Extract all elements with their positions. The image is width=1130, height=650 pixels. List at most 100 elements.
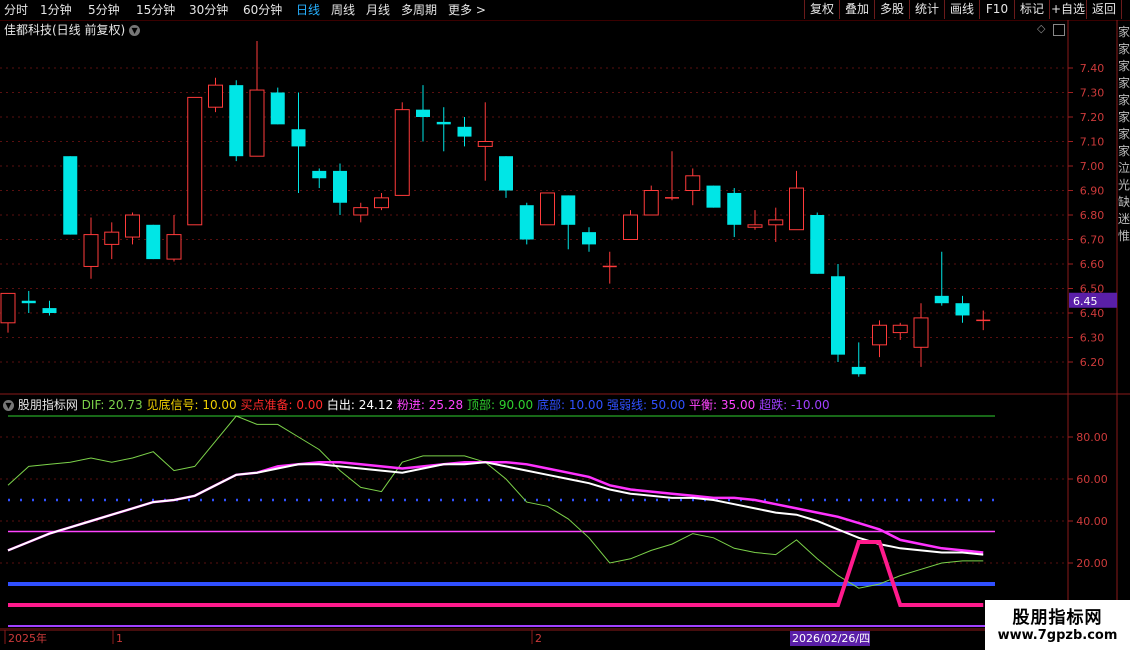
candle-body [582, 232, 596, 245]
candlestick [810, 212, 825, 274]
mark-button[interactable]: 标记 [1014, 0, 1050, 19]
indicator-chart[interactable]: 80.00 60.00 40.00 20.00 [0, 395, 1130, 630]
tab-60min[interactable]: 60分钟 [243, 2, 282, 18]
axis-label: 2025年 [8, 631, 47, 645]
candlestick [582, 227, 596, 252]
tab-30min[interactable]: 30分钟 [189, 2, 228, 18]
candlestick [63, 156, 78, 235]
y-tick-label: 6.40 [1080, 307, 1105, 320]
candlestick [477, 102, 493, 181]
candlestick [831, 264, 845, 362]
candle-body [0, 292, 16, 324]
tab-5min[interactable]: 5分钟 [88, 2, 120, 18]
multi-stock-button[interactable]: 多股 [874, 0, 910, 19]
statistics-button[interactable]: 统计 [909, 0, 945, 19]
candlestick [789, 170, 804, 231]
candlestick [353, 202, 369, 223]
pink-line [7, 460, 984, 554]
candle-body [831, 276, 845, 355]
candle-body [63, 156, 78, 235]
candlestick [934, 251, 949, 306]
candle-body [42, 308, 57, 313]
candlestick [229, 80, 244, 162]
candlestick [561, 195, 576, 250]
candlestick [602, 251, 617, 284]
y-tick-label: 7.40 [1080, 62, 1105, 75]
candle-body [892, 324, 908, 334]
overlay-button[interactable]: 叠加 [839, 0, 875, 19]
candle-body [789, 187, 804, 231]
candlestick [768, 207, 784, 242]
tab-weekly[interactable]: 周线 [331, 2, 355, 18]
candle-body [229, 85, 244, 157]
candle-body [623, 214, 638, 240]
current-price-label: 6.45 [1073, 295, 1098, 308]
candlestick [104, 222, 120, 260]
y-tick-label: 6.20 [1080, 356, 1105, 369]
candle-body [270, 92, 285, 125]
tab-1min[interactable]: 1分钟 [40, 2, 72, 18]
white-line [7, 461, 984, 556]
candlestick [643, 185, 659, 216]
candlestick [851, 342, 866, 377]
candlestick [0, 292, 16, 333]
tab-daily[interactable]: 日线 [296, 2, 320, 18]
candlestick [291, 92, 306, 193]
candlestick [955, 295, 970, 323]
tab-monthly[interactable]: 月线 [366, 2, 390, 18]
tab-more[interactable]: 更多 > [448, 2, 486, 18]
candle-body [934, 295, 949, 304]
candlestick [540, 192, 555, 226]
tab-15min[interactable]: 15分钟 [136, 2, 175, 18]
candle-body [416, 109, 430, 117]
candle-body [353, 207, 369, 216]
tab-timeshare[interactable]: 分时 [4, 2, 28, 18]
candlestick [416, 85, 430, 142]
y-tick-label: 6.80 [1080, 209, 1105, 222]
y-tick-label: 7.10 [1080, 136, 1105, 149]
add-favorite-button[interactable]: +自选 [1049, 0, 1087, 19]
candlestick [706, 185, 721, 208]
back-button[interactable]: 返回 [1086, 0, 1122, 19]
candle-body [685, 175, 701, 192]
candle-body [519, 205, 534, 240]
restore-rights-button[interactable]: 复权 [804, 0, 840, 19]
candle-body [249, 89, 265, 157]
candlestick [727, 188, 742, 238]
candlestick [270, 87, 285, 125]
candle-body [125, 214, 140, 238]
y-tick-label: 6.30 [1080, 332, 1105, 345]
candlestick [747, 210, 763, 230]
buy-signal-line [8, 540, 984, 607]
date-label: 2026/02/26/四 [792, 632, 870, 645]
tab-multi-period[interactable]: 多周期 [401, 2, 437, 18]
candle-body [394, 109, 410, 196]
axis-label: 2 [535, 632, 542, 645]
candlestick [665, 151, 679, 201]
candle-body [768, 219, 784, 226]
candle-body [457, 126, 472, 137]
candlestick [872, 320, 887, 358]
candle-body [312, 170, 327, 179]
candlestick [623, 210, 638, 240]
candle-body [540, 192, 555, 226]
y-tick-label: 7.20 [1080, 111, 1105, 124]
candlestick [374, 192, 389, 211]
candle-body [706, 185, 721, 208]
candlestick [499, 156, 513, 198]
y-tick-label: 20.00 [1076, 557, 1108, 570]
draw-line-button[interactable]: 画线 [944, 0, 980, 19]
candle-body [913, 317, 929, 348]
candlestick [436, 107, 451, 152]
y-tick-label: 40.00 [1076, 515, 1108, 528]
candlestick [21, 290, 36, 313]
candle-body [499, 156, 513, 191]
candle-body [291, 129, 306, 147]
candlestick [394, 102, 410, 196]
candle-body [166, 234, 182, 260]
candle-body [872, 324, 887, 346]
candlestick [312, 168, 327, 189]
candlestick [83, 217, 99, 279]
price-chart[interactable]: 7.407.307.207.107.006.906.806.706.606.50… [0, 20, 1130, 395]
f10-button[interactable]: F10 [979, 0, 1015, 19]
